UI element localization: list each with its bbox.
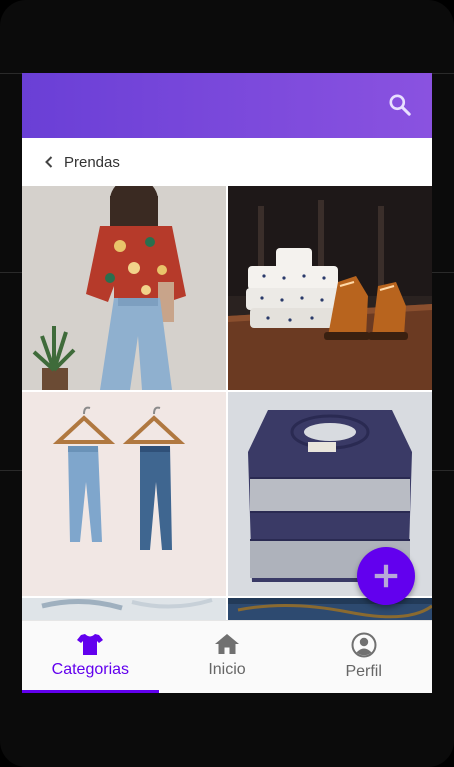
active-tab-indicator	[22, 690, 159, 693]
account-circle-icon	[351, 632, 377, 658]
bezel-divider	[432, 272, 454, 273]
bezel-divider	[0, 73, 22, 74]
breadcrumb: Prendas	[22, 138, 432, 186]
app-screen: Prendas Categorias Inicio Perfil	[22, 73, 432, 693]
jeans-on-hangers-photo	[22, 392, 226, 596]
nav-label-categorias: Categorias	[51, 661, 130, 678]
floral-shirt-jeans-photo	[22, 186, 226, 390]
bezel-divider	[432, 73, 454, 74]
chevron-left-icon[interactable]	[44, 154, 56, 170]
nav-label-perfil: Perfil	[345, 663, 382, 680]
gallery-item-shirts-shoes[interactable]	[228, 186, 432, 390]
partial-photo-bottom-left	[22, 598, 226, 620]
nav-item-inicio[interactable]: Inicio	[159, 621, 296, 693]
gallery-item-floral-shirt[interactable]	[22, 186, 226, 390]
gallery-item-jeans-hangers[interactable]	[22, 392, 226, 596]
search-button[interactable]	[386, 91, 414, 119]
search-icon	[389, 94, 411, 116]
bottom-navigation: Categorias Inicio Perfil	[22, 620, 432, 693]
app-bar	[22, 73, 432, 138]
add-icon	[374, 564, 398, 588]
bezel-divider	[432, 470, 454, 471]
bezel-divider	[0, 272, 22, 273]
nav-item-perfil[interactable]: Perfil	[295, 621, 432, 693]
gallery-item-partial-left[interactable]	[22, 598, 226, 620]
nav-item-categorias[interactable]: Categorias	[22, 621, 159, 693]
add-button[interactable]	[357, 547, 415, 605]
bezel-divider	[0, 470, 22, 471]
partial-photo-bottom-right	[228, 598, 432, 620]
nav-label-inicio: Inicio	[208, 661, 246, 678]
shirt-icon	[77, 634, 104, 655]
shirts-and-brown-shoes-photo	[228, 186, 432, 390]
home-icon	[215, 634, 239, 654]
gallery-item-partial-right[interactable]	[228, 598, 432, 620]
breadcrumb-label: Prendas	[64, 153, 120, 171]
